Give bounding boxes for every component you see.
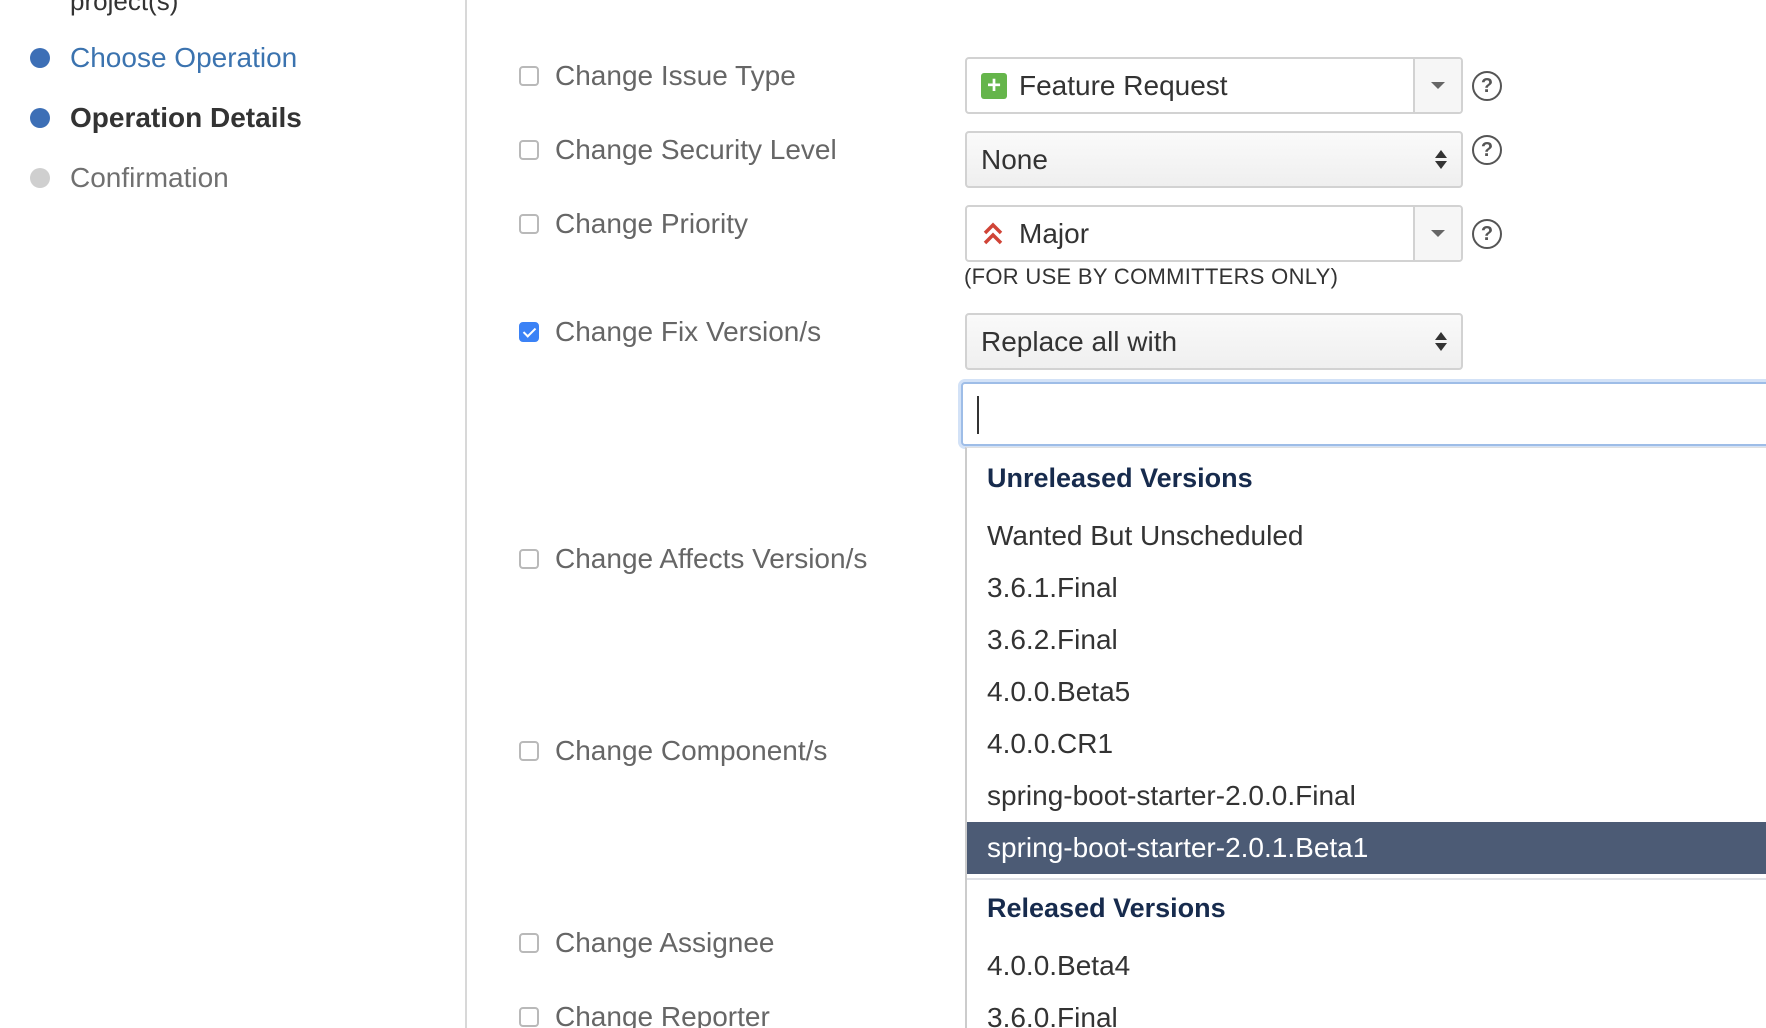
priority-value: Major bbox=[1019, 217, 1090, 249]
change-reporter-label: Change Reporter bbox=[555, 1001, 770, 1028]
security-level-value: None bbox=[981, 143, 1048, 175]
list-item[interactable]: 3.6.1.Final bbox=[967, 562, 1766, 614]
issue-type-value: Feature Request bbox=[1019, 69, 1228, 101]
step-dot-icon bbox=[30, 108, 50, 128]
change-security-level-checkbox[interactable] bbox=[519, 140, 539, 160]
change-components-label: Change Component/s bbox=[555, 735, 828, 766]
issue-type-dropdown-button[interactable] bbox=[1413, 59, 1461, 112]
step-label: Operation Details bbox=[70, 102, 302, 133]
list-item[interactable]: 3.6.2.Final bbox=[967, 614, 1766, 666]
list-item-highlighted[interactable]: spring-boot-starter-2.0.1.Beta1 bbox=[967, 822, 1766, 874]
help-icon[interactable]: ? bbox=[1472, 135, 1502, 165]
issue-type-select[interactable]: + Feature Request bbox=[965, 57, 1463, 114]
double-chevron-up-icon bbox=[983, 222, 1003, 244]
change-assignee-checkbox[interactable] bbox=[519, 933, 539, 953]
step-dot-icon bbox=[30, 168, 50, 188]
help-icon[interactable]: ? bbox=[1472, 71, 1502, 101]
row-change-security-level[interactable]: Change Security Level bbox=[519, 130, 837, 170]
select-arrows-icon bbox=[1421, 332, 1461, 351]
row-change-components[interactable]: Change Component/s bbox=[519, 731, 827, 771]
row-change-assignee[interactable]: Change Assignee bbox=[519, 923, 775, 963]
help-icon[interactable]: ? bbox=[1472, 219, 1502, 249]
version-suggestions-dropdown: Unreleased Versions Wanted But Unschedul… bbox=[965, 447, 1766, 1028]
step-confirmation: Confirmation bbox=[30, 160, 229, 196]
row-change-priority[interactable]: Change Priority bbox=[519, 204, 748, 244]
row-change-issue-type[interactable]: Change Issue Type bbox=[519, 56, 796, 96]
list-item[interactable]: 3.6.0.Final bbox=[967, 992, 1766, 1028]
change-reporter-checkbox[interactable] bbox=[519, 1007, 539, 1027]
list-item[interactable]: 4.0.0.Beta4 bbox=[967, 940, 1766, 992]
text-cursor bbox=[977, 396, 979, 434]
priority-dropdown-button[interactable] bbox=[1413, 207, 1461, 260]
select-arrows-icon bbox=[1421, 150, 1461, 169]
list-item[interactable]: 4.0.0.Beta5 bbox=[967, 666, 1766, 718]
change-issue-type-label: Change Issue Type bbox=[555, 60, 796, 91]
step-label: Choose Operation bbox=[70, 42, 298, 73]
change-issue-type-checkbox[interactable] bbox=[519, 66, 539, 86]
row-change-reporter[interactable]: Change Reporter bbox=[519, 997, 770, 1028]
change-security-level-label: Change Security Level bbox=[555, 134, 837, 165]
group-header-released: Released Versions bbox=[987, 893, 1226, 923]
chevron-down-icon bbox=[1431, 230, 1445, 237]
plus-icon: + bbox=[981, 72, 1007, 99]
priority-select[interactable]: Major bbox=[965, 205, 1463, 262]
fix-version-input[interactable] bbox=[961, 382, 1766, 446]
list-item[interactable]: 4.0.0.CR1 bbox=[967, 718, 1766, 770]
change-priority-label: Change Priority bbox=[555, 208, 748, 239]
row-change-fix-versions[interactable]: Change Fix Version/s bbox=[519, 312, 821, 352]
change-assignee-label: Change Assignee bbox=[555, 927, 775, 958]
fix-version-mode-select[interactable]: Replace all with bbox=[965, 313, 1463, 370]
wizard-sidebar: project(s) Choose Operation Operation De… bbox=[0, 0, 467, 1028]
list-item[interactable]: spring-boot-starter-2.0.0.Final bbox=[967, 770, 1766, 822]
step-choose-operation[interactable]: Choose Operation bbox=[30, 40, 297, 76]
change-fix-versions-label: Change Fix Version/s bbox=[555, 316, 822, 347]
bulk-edit-page: project(s) Choose Operation Operation De… bbox=[0, 0, 1766, 1028]
list-item[interactable]: Wanted But Unscheduled bbox=[967, 510, 1766, 562]
chevron-down-icon bbox=[1431, 82, 1445, 89]
change-components-checkbox[interactable] bbox=[519, 741, 539, 761]
change-priority-checkbox[interactable] bbox=[519, 214, 539, 234]
security-level-select[interactable]: None bbox=[965, 131, 1463, 188]
fix-version-mode-value: Replace all with bbox=[981, 325, 1178, 357]
step-dot-icon bbox=[30, 48, 50, 68]
row-change-affects-versions[interactable]: Change Affects Version/s bbox=[519, 539, 867, 579]
change-affects-versions-label: Change Affects Version/s bbox=[555, 543, 868, 574]
group-divider bbox=[967, 878, 1766, 880]
step-operation-details: Operation Details bbox=[30, 100, 302, 136]
priority-note: (FOR USE BY COMMITTERS ONLY) bbox=[964, 264, 1339, 289]
group-header-unreleased: Unreleased Versions bbox=[987, 463, 1253, 493]
change-fix-versions-checkbox[interactable] bbox=[519, 322, 539, 342]
step-label: Confirmation bbox=[70, 162, 229, 193]
sidebar-step-label-cut: project(s) bbox=[70, 0, 179, 16]
change-affects-versions-checkbox[interactable] bbox=[519, 549, 539, 569]
